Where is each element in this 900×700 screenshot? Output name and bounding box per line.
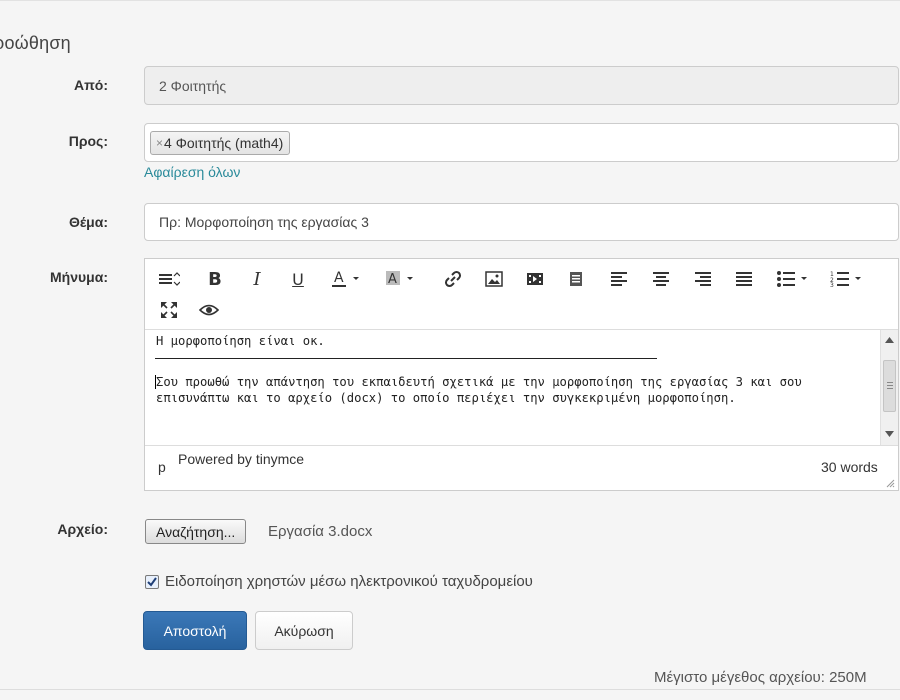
scrollbar-thumb[interactable] — [883, 360, 896, 412]
link-icon[interactable] — [439, 266, 467, 292]
scroll-up-icon — [885, 337, 894, 343]
editor-content[interactable]: Η μορφοποίηση είναι οκ. Σου προωθώ την α… — [145, 330, 880, 445]
remove-all-link[interactable]: Αφαίρεση όλων — [144, 164, 240, 180]
from-value: 2 Φοιτητής — [159, 77, 227, 94]
text-color-icon[interactable]: A — [327, 266, 367, 292]
image-icon[interactable] — [480, 266, 508, 292]
page-title: ροώθηση — [0, 33, 71, 53]
subject-label: Θέμα: — [68, 214, 108, 230]
subject-value: Πρ: Μορφοποίηση της εργασίας 3 — [159, 214, 369, 230]
numbered-list-icon[interactable]: 123 — [829, 266, 869, 292]
browse-button[interactable]: Αναζήτηση... — [145, 519, 247, 544]
recipient-tag: × 4 Φοιτητής (math4) — [150, 130, 291, 155]
svg-text:A: A — [388, 272, 397, 287]
file-label: Αρχείο: — [57, 521, 108, 537]
align-justify-icon[interactable] — [730, 266, 758, 292]
top-divider — [0, 0, 900, 1]
align-right-icon[interactable] — [689, 266, 717, 292]
editor-statusbar: p Powered by tinymce 30 words — [145, 445, 898, 490]
notify-label[interactable]: Ειδοποίηση χρηστών μέσω ηλεκτρονικού ταχ… — [165, 573, 533, 590]
send-button[interactable]: Αποστολή — [143, 611, 247, 650]
align-left-icon[interactable] — [605, 266, 633, 292]
subject-input[interactable]: Πρ: Μορφοποίηση της εργασίας 3 — [144, 203, 899, 241]
underline-icon[interactable]: U — [284, 266, 312, 292]
bullet-list-icon[interactable] — [775, 266, 815, 292]
word-count: 30 words — [821, 459, 878, 475]
editor-toolbar: B I U A A 1 2 3 — [145, 259, 898, 330]
scroll-down-icon — [885, 431, 894, 437]
to-label: Προς: — [68, 133, 108, 149]
rich-text-editor: B I U A A 1 2 3 Η μορφοποίηση είναι οκ. … — [144, 258, 899, 491]
editor-scrollbar[interactable] — [880, 330, 898, 445]
message-line-2: Σου προωθώ την απάντηση του εκπαιδευτή σ… — [156, 375, 802, 389]
from-label: Από: — [73, 77, 108, 93]
recipient-tag-label: 4 Φοιτητής (math4) — [164, 134, 284, 151]
checkmark-icon — [147, 577, 157, 587]
message-line-3: επισυνάπτω και το αρχείο (docx) το οποίο… — [156, 391, 736, 405]
horizontal-rule — [155, 358, 657, 359]
align-center-icon[interactable] — [647, 266, 675, 292]
svg-text:A: A — [334, 270, 344, 286]
italic-icon[interactable]: I — [243, 266, 271, 292]
cancel-button[interactable]: Ακύρωση — [255, 611, 353, 650]
background-color-icon[interactable]: A — [381, 266, 421, 292]
message-line-1: Η μορφοποίηση είναι οκ. — [156, 334, 325, 348]
element-path[interactable]: p — [158, 459, 166, 475]
recipients-input[interactable]: × 4 Φοιτητής (math4) — [144, 123, 899, 162]
preview-icon[interactable] — [195, 297, 223, 323]
resize-handle-icon[interactable] — [886, 479, 895, 488]
bottom-divider — [0, 689, 900, 690]
max-file-size: Μέγιστο μέγεθος αρχείου: 250M — [654, 669, 867, 686]
from-field: 2 Φοιτητής — [144, 66, 899, 105]
selected-filename: Εργασία 3.docx — [268, 523, 373, 540]
document-icon[interactable] — [562, 266, 590, 292]
message-label: Μήνυμα: — [50, 269, 108, 285]
powered-by-text: Powered by tinymce — [178, 451, 305, 467]
bold-icon[interactable]: B — [201, 266, 229, 292]
notify-checkbox[interactable] — [145, 575, 159, 589]
remove-recipient-icon[interactable]: × — [156, 136, 163, 150]
paragraph-format-icon[interactable] — [155, 266, 183, 292]
svg-text:3: 3 — [830, 282, 834, 287]
media-icon[interactable] — [521, 266, 549, 292]
fullscreen-icon[interactable] — [155, 297, 183, 323]
